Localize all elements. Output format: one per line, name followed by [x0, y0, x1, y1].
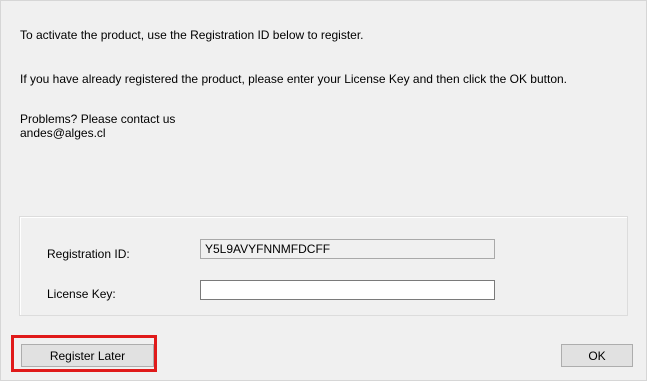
ok-button[interactable]: OK [561, 344, 633, 367]
registration-id-label: Registration ID: [47, 247, 130, 261]
support-email: andes@alges.cl [20, 126, 106, 140]
registration-id-field[interactable] [200, 239, 495, 259]
license-instruction: If you have already registered the produ… [20, 72, 567, 86]
license-key-label: License Key: [47, 287, 116, 301]
support-text: Problems? Please contact us [20, 112, 176, 126]
registration-dialog: To activate the product, use the Registr… [0, 0, 647, 381]
activation-instruction: To activate the product, use the Registr… [20, 28, 364, 42]
registration-group-box [19, 216, 628, 316]
license-key-input[interactable] [200, 280, 495, 300]
register-later-button[interactable]: Register Later [21, 344, 154, 367]
